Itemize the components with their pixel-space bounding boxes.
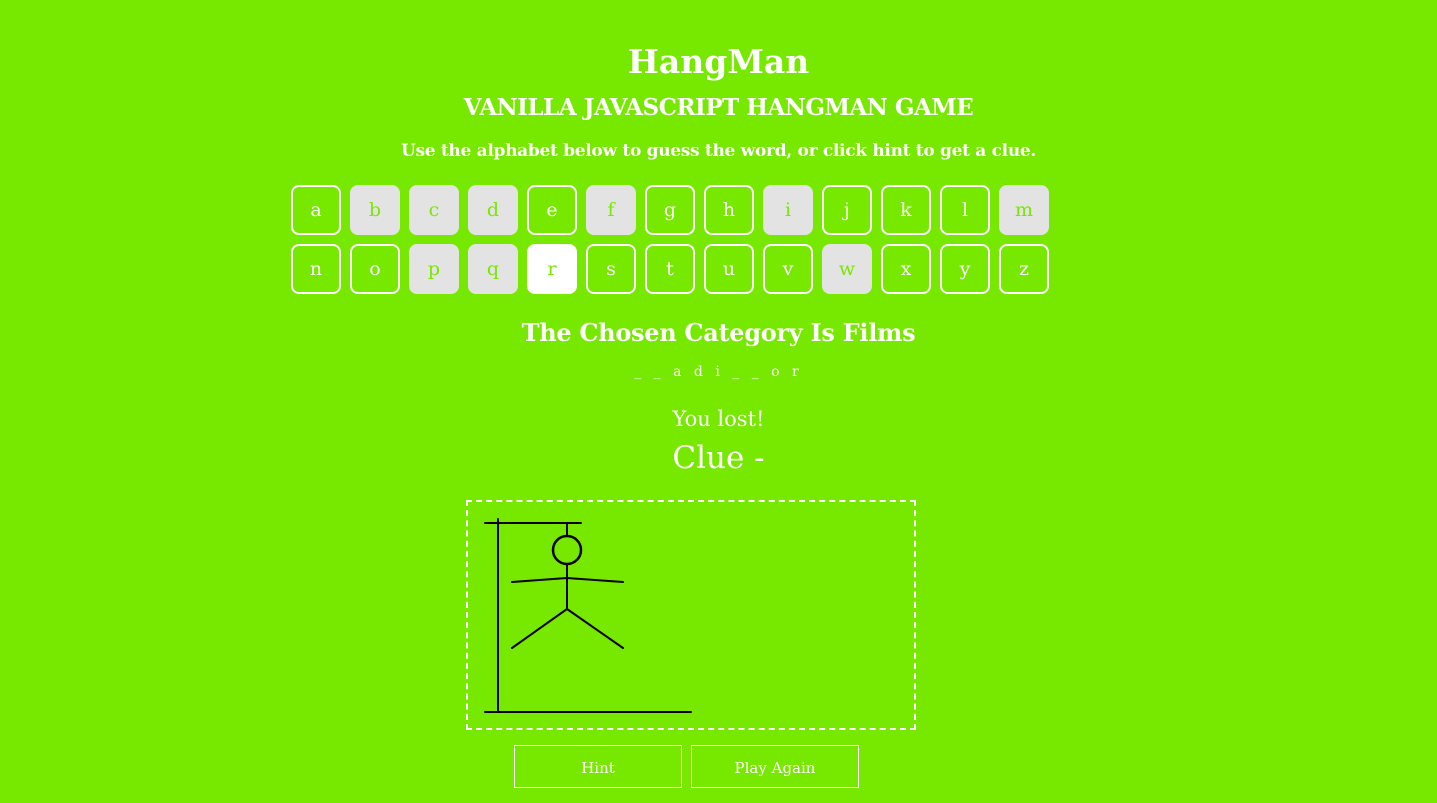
letter-key-l[interactable]: l <box>940 185 990 235</box>
letter-key-e[interactable]: e <box>527 185 577 235</box>
hangman-canvas <box>466 500 916 730</box>
letter-key-h[interactable]: h <box>704 185 754 235</box>
letter-key-u[interactable]: u <box>704 244 754 294</box>
play-again-button[interactable]: Play Again <box>691 745 859 788</box>
letter-key-g[interactable]: g <box>645 185 695 235</box>
letter-key-w[interactable]: w <box>822 244 872 294</box>
category-label: The Chosen Category Is Films <box>521 318 916 347</box>
clue-text: Clue - <box>672 440 765 476</box>
game-status: You lost! <box>672 407 765 431</box>
word-display: _ _ a d i _ _ o r <box>634 364 803 380</box>
letter-key-m[interactable]: m <box>999 185 1049 235</box>
letter-key-n[interactable]: n <box>291 244 341 294</box>
letter-key-r[interactable]: r <box>527 244 577 294</box>
hint-button[interactable]: Hint <box>514 745 682 788</box>
letter-key-a[interactable]: a <box>291 185 341 235</box>
letter-key-o[interactable]: o <box>350 244 400 294</box>
letter-key-v[interactable]: v <box>763 244 813 294</box>
letter-key-d[interactable]: d <box>468 185 518 235</box>
letter-key-j[interactable]: j <box>822 185 872 235</box>
letter-key-k[interactable]: k <box>881 185 931 235</box>
letter-key-b[interactable]: b <box>350 185 400 235</box>
letter-key-z[interactable]: z <box>999 244 1049 294</box>
alphabet-keyboard: abcdefghijklm nopqrstuvwxyz <box>291 185 1061 303</box>
page-title: HangMan <box>627 42 810 81</box>
letter-key-i[interactable]: i <box>763 185 813 235</box>
letter-key-x[interactable]: x <box>881 244 931 294</box>
letter-key-c[interactable]: c <box>409 185 459 235</box>
letter-key-f[interactable]: f <box>586 185 636 235</box>
letter-key-t[interactable]: t <box>645 244 695 294</box>
hangman-left-leg <box>511 608 568 649</box>
hangman-head <box>551 534 583 566</box>
letter-key-s[interactable]: s <box>586 244 636 294</box>
page-subtitle: VANILLA JAVASCRIPT HANGMAN GAME <box>463 94 974 121</box>
letter-key-y[interactable]: y <box>940 244 990 294</box>
hangman-right-arm <box>566 577 624 583</box>
hangman-drawing <box>484 518 692 713</box>
hangman-right-leg <box>566 608 624 649</box>
letter-key-p[interactable]: p <box>409 244 459 294</box>
instructions-text: Use the alphabet below to guess the word… <box>400 141 1037 161</box>
letter-key-q[interactable]: q <box>468 244 518 294</box>
hangman-left-arm <box>511 577 568 583</box>
